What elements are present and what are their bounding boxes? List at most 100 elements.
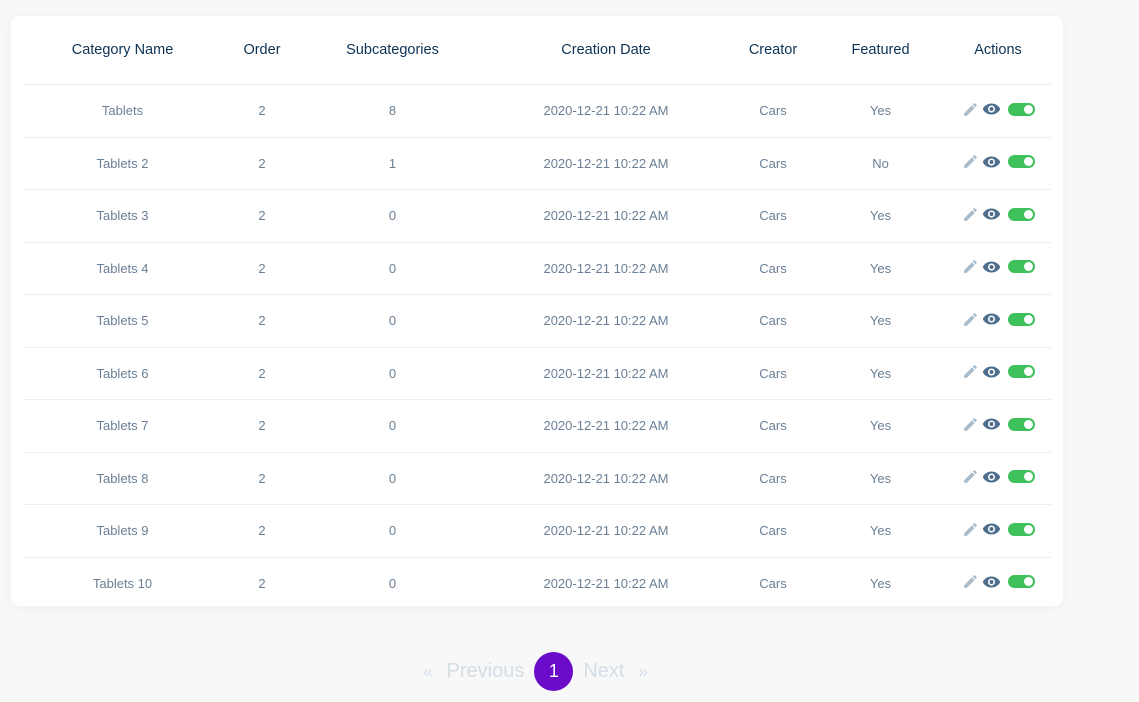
eye-icon[interactable]: [982, 312, 1001, 326]
header-actions: Actions: [945, 16, 1051, 85]
cell-creation-date: 2020-12-21 10:22 AM: [543, 575, 669, 591]
cell-order: 2: [221, 189, 303, 243]
first-page-button[interactable]: «: [423, 662, 432, 682]
cell-subcategories: 0: [388, 575, 397, 591]
cell-order: 2: [221, 294, 303, 348]
cell-creator: Cars: [730, 189, 816, 243]
cell-actions: [945, 84, 1051, 138]
cell-category-name: Tablets 7: [24, 399, 221, 453]
header-subcategories[interactable]: Subcategories: [303, 16, 482, 85]
header-creator[interactable]: Creator: [730, 16, 816, 85]
cell-creator: Cars: [730, 84, 816, 138]
previous-page-button[interactable]: Previous: [447, 660, 525, 683]
cell-actions: [945, 294, 1051, 348]
cell-category-name: Tablets 2: [24, 137, 221, 190]
cell-actions: [945, 452, 1051, 505]
active-toggle[interactable]: [1007, 522, 1035, 536]
eye-icon[interactable]: [982, 470, 1001, 484]
cell-category-name: Tablets: [24, 84, 221, 138]
table-row: Tablets 5 2 0 2020-12-21 10:22 AM Cars Y…: [24, 294, 1051, 348]
active-toggle[interactable]: [1007, 365, 1035, 379]
pencil-icon[interactable]: [962, 573, 979, 590]
active-toggle[interactable]: [1007, 312, 1035, 326]
cell-featured: Yes: [816, 294, 945, 348]
cell-featured: No: [816, 137, 945, 190]
cell-subcategories: 0: [303, 452, 482, 505]
pencil-icon[interactable]: [962, 416, 979, 433]
cell-order: 2: [221, 84, 303, 138]
active-toggle[interactable]: [1007, 470, 1035, 484]
active-toggle[interactable]: [1007, 417, 1035, 431]
cell-order: 2: [221, 347, 303, 400]
cell-subcategories: 0: [303, 347, 482, 400]
pagination: « Previous 1 Next »: [0, 652, 1105, 691]
cell-subcategories: 0: [303, 399, 482, 453]
cell-actions: [945, 242, 1051, 295]
cell-creator: Cars: [730, 347, 816, 400]
active-toggle[interactable]: [1007, 155, 1035, 169]
table-row: Tablets 2 2 1 2020-12-21 10:22 AM Cars N…: [24, 137, 1051, 190]
eye-icon[interactable]: [982, 522, 1001, 536]
cell-featured: Yes: [816, 452, 945, 505]
table-row: Tablets 2 8 2020-12-21 10:22 AM Cars Yes: [24, 84, 1051, 138]
page-1-button[interactable]: 1: [534, 652, 574, 691]
table-row: Tablets 7 2 0 2020-12-21 10:22 AM Cars Y…: [24, 399, 1051, 453]
cell-actions: [945, 557, 1051, 609]
pencil-icon[interactable]: [962, 101, 979, 118]
cell-subcategories: 0: [303, 294, 482, 348]
active-toggle[interactable]: [1007, 207, 1035, 221]
header-featured[interactable]: Featured: [816, 16, 945, 85]
cell-creation-date: 2020-12-21 10:22 AM: [482, 294, 730, 348]
active-toggle[interactable]: [1007, 575, 1035, 589]
pencil-icon[interactable]: [962, 311, 979, 328]
cell-creator: Cars: [730, 504, 816, 558]
active-toggle[interactable]: [1007, 260, 1035, 274]
cell-creation-date: 2020-12-21 10:22 AM: [482, 347, 730, 400]
eye-icon[interactable]: [982, 155, 1001, 169]
active-toggle[interactable]: [1007, 102, 1035, 116]
eye-icon[interactable]: [982, 260, 1001, 274]
pencil-icon[interactable]: [962, 521, 979, 538]
cell-featured: Yes: [816, 189, 945, 243]
header-order[interactable]: Order: [221, 16, 303, 85]
cell-featured: Yes: [869, 575, 892, 591]
cell-order: 2: [221, 399, 303, 453]
table-header-row: Category Name Order Subcategories Creati…: [24, 16, 1051, 85]
cell-creator: Cars: [759, 575, 787, 591]
header-creation-date[interactable]: Creation Date: [482, 16, 730, 85]
next-page-button[interactable]: Next: [583, 660, 624, 683]
pencil-icon[interactable]: [962, 258, 979, 275]
pencil-icon[interactable]: [962, 468, 979, 485]
cell-subcategories: 8: [303, 84, 482, 138]
eye-icon[interactable]: [982, 365, 1001, 379]
cell-order: 2: [221, 452, 303, 505]
cell-actions: [945, 504, 1051, 558]
pencil-icon[interactable]: [962, 363, 979, 380]
cell-actions: [945, 347, 1051, 400]
cell-featured: Yes: [816, 504, 945, 558]
cell-creation-date: 2020-12-21 10:22 AM: [482, 504, 730, 558]
last-page-button[interactable]: »: [638, 662, 647, 682]
pencil-icon[interactable]: [962, 206, 979, 223]
cell-featured: Yes: [816, 242, 945, 295]
categories-card: Category Name Order Subcategories Creati…: [11, 16, 1063, 606]
cell-subcategories: 0: [303, 242, 482, 295]
header-category-name[interactable]: Category Name: [24, 16, 221, 85]
table-row: Tablets 8 2 0 2020-12-21 10:22 AM Cars Y…: [24, 452, 1051, 505]
cell-creation-date: 2020-12-21 10:22 AM: [482, 84, 730, 138]
eye-icon[interactable]: [982, 207, 1001, 221]
cell-category-name: Tablets 8: [24, 452, 221, 505]
eye-icon[interactable]: [982, 575, 1001, 589]
eye-icon[interactable]: [982, 417, 1001, 431]
cell-actions: [945, 399, 1051, 453]
cell-creator: Cars: [730, 399, 816, 453]
cell-category-name: Tablets 3: [24, 189, 221, 243]
categories-table: Category Name Order Subcategories Creati…: [24, 16, 1051, 609]
cell-subcategories: 0: [303, 504, 482, 558]
table-row: Tablets 9 2 0 2020-12-21 10:22 AM Cars Y…: [24, 504, 1051, 558]
cell-order: 2: [221, 242, 303, 295]
eye-icon[interactable]: [982, 102, 1001, 116]
cell-subcategories: 1: [303, 137, 482, 190]
pencil-icon[interactable]: [962, 153, 979, 170]
table-row: Tablets 4 2 0 2020-12-21 10:22 AM Cars Y…: [24, 242, 1051, 295]
